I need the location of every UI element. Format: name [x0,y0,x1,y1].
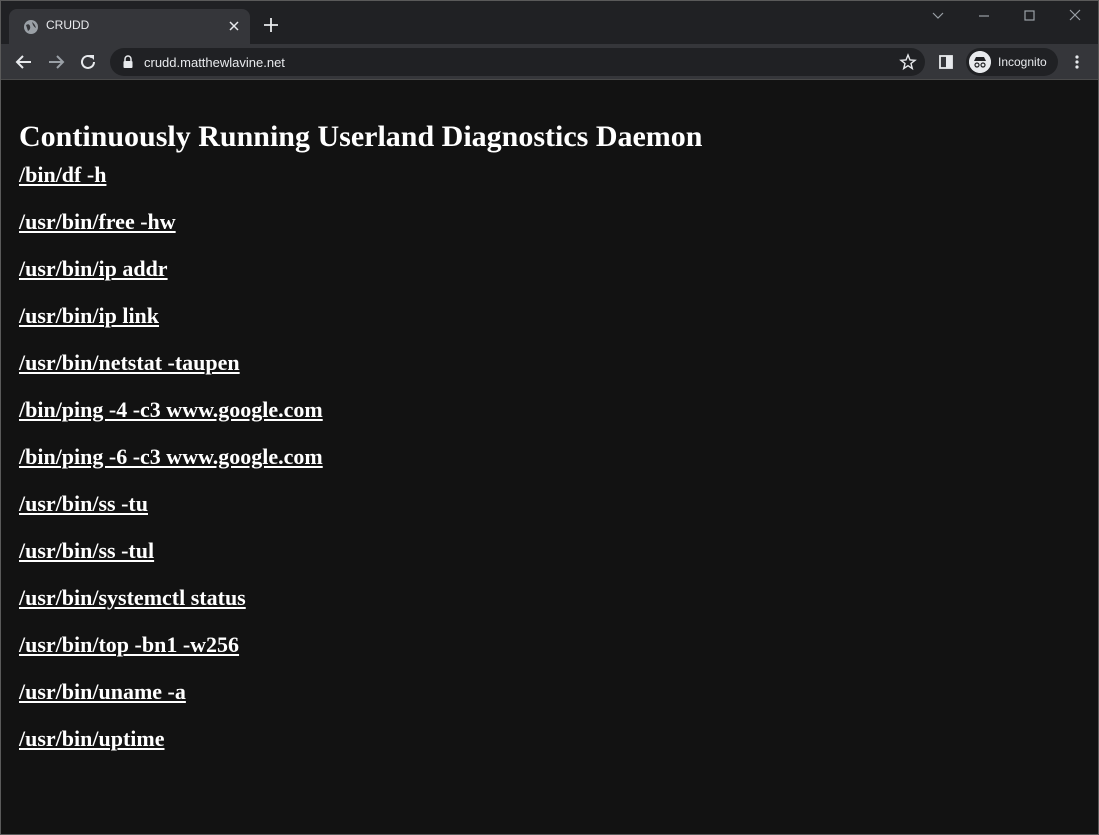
incognito-badge[interactable]: Incognito [966,48,1058,76]
page-content: Continuously Running Userland Diagnostic… [1,81,1098,834]
command-link-top[interactable]: /usr/bin/top -bn1 -w256 [19,631,1098,658]
title-bar: CRUDD [1,1,1098,44]
window-close-icon[interactable] [1052,5,1098,29]
tab-crudd[interactable]: CRUDD [9,9,250,44]
reload-icon[interactable] [76,50,100,74]
side-panel-icon[interactable] [934,50,958,74]
url-text[interactable]: crudd.matthewlavine.net [144,55,285,70]
incognito-label: Incognito [998,55,1047,69]
command-link-ip-addr[interactable]: /usr/bin/ip addr [19,255,1098,282]
command-link-ip-link[interactable]: /usr/bin/ip link [19,302,1098,329]
plus-icon[interactable] [261,15,281,35]
chevron-down-icon[interactable] [915,5,961,29]
browser-window: CRUDD crudd.matthewlavine.net Incognito … [0,0,1099,835]
close-icon[interactable] [226,18,242,34]
maximize-icon[interactable] [1007,5,1053,29]
globe-icon [24,20,38,34]
command-link-ping4[interactable]: /bin/ping -4 -c3 www.google.com [19,396,1098,423]
incognito-icon [969,51,991,73]
address-bar[interactable]: crudd.matthewlavine.net [110,48,925,76]
command-link-ping6[interactable]: /bin/ping -6 -c3 www.google.com [19,443,1098,470]
command-link-netstat[interactable]: /usr/bin/netstat -taupen [19,349,1098,376]
command-link-ss-tu[interactable]: /usr/bin/ss -tu [19,490,1098,517]
star-icon[interactable] [899,53,917,71]
arrow-left-icon[interactable] [12,50,36,74]
page-title: Continuously Running Userland Diagnostic… [19,120,703,153]
lock-icon[interactable] [122,55,134,69]
command-link-uname[interactable]: /usr/bin/uname -a [19,678,1098,705]
command-link-systemctl[interactable]: /usr/bin/systemctl status [19,584,1098,611]
command-link-ss-tul[interactable]: /usr/bin/ss -tul [19,537,1098,564]
command-link-free[interactable]: /usr/bin/free -hw [19,208,1098,235]
browser-toolbar: crudd.matthewlavine.net Incognito [1,44,1098,80]
command-link-uptime[interactable]: /usr/bin/uptime [19,725,1098,752]
tab-title: CRUDD [46,18,90,32]
kebab-menu-icon[interactable] [1067,50,1087,74]
arrow-right-icon[interactable] [44,50,68,74]
command-link-df[interactable]: /bin/df -h [19,161,1098,188]
minimize-icon[interactable] [961,5,1007,29]
